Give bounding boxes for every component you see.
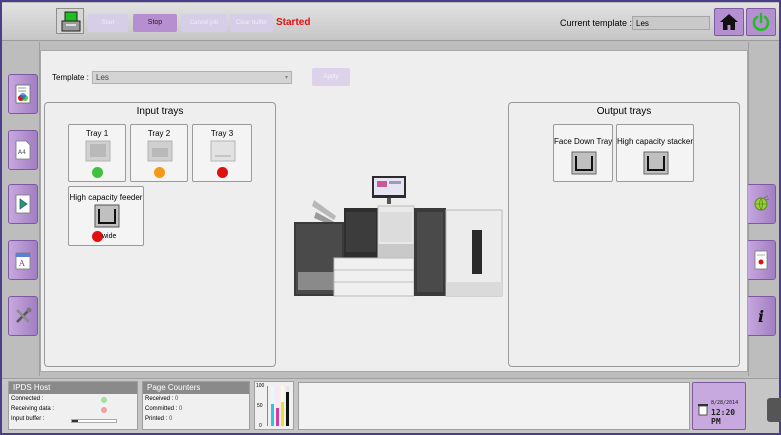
- printed-label: Printed :: [145, 416, 168, 422]
- ipds-host-panel: IPDS Host Connected : Receiving data : I…: [8, 381, 138, 430]
- document-log-icon: [754, 250, 768, 270]
- face-down-tray-label: Face Down Tray: [554, 137, 613, 146]
- sidebar-tab-paper[interactable]: A4: [8, 130, 38, 170]
- cancel-job-button[interactable]: Cancel job: [181, 14, 227, 32]
- feeder-tray-icon: [94, 204, 120, 228]
- apply-button[interactable]: Apply: [312, 68, 350, 86]
- message-area: [298, 382, 690, 430]
- power-button[interactable]: [746, 8, 776, 36]
- output-trays-title: Output trays: [596, 106, 652, 117]
- ipds-host-title: IPDS Host: [9, 382, 137, 394]
- gauge-tick-100: 100: [256, 383, 265, 389]
- tray-icon: [85, 140, 111, 162]
- chevron-down-icon: ▾: [284, 75, 288, 81]
- committed-row: Committed : 0: [143, 404, 249, 414]
- tray-3-status-dot: [217, 167, 228, 178]
- gauge-scale: [267, 386, 268, 426]
- toner-bar-yellow: [281, 386, 284, 426]
- receiving-row: Receiving data :: [9, 404, 137, 414]
- sidebar-tab-log[interactable]: [746, 240, 776, 280]
- network-globe-icon: [754, 195, 770, 211]
- receiving-label: Receiving data :: [11, 406, 55, 412]
- connected-row: Connected :: [9, 394, 137, 404]
- svg-text:A: A: [18, 259, 25, 268]
- input-buffer-bar: [71, 419, 117, 423]
- toner-gauge: 100 50 0: [254, 381, 294, 430]
- sidebar-tab-tools[interactable]: [8, 296, 38, 336]
- template-select-value: Les: [96, 73, 109, 82]
- output-tray-face-down[interactable]: Face Down Tray: [553, 124, 613, 182]
- current-template-value: Les: [632, 16, 710, 30]
- gauge-tick-0: 0: [259, 423, 262, 429]
- input-trays-title: Input trays: [136, 106, 184, 117]
- tools-icon: [16, 307, 32, 323]
- font-resources-icon: A: [15, 252, 31, 270]
- committed-value: 0: [179, 406, 183, 412]
- tray-2[interactable]: Tray 2: [130, 124, 188, 182]
- clock-date: 8/28/2014: [711, 400, 739, 406]
- printer-icon: [61, 11, 81, 32]
- template-label: Template :: [52, 73, 89, 82]
- printer-status-icon[interactable]: [56, 8, 84, 34]
- printed-row: Printed : 0: [143, 414, 249, 424]
- received-row: Received : 0: [143, 394, 249, 404]
- tray-3[interactable]: Tray 3: [192, 124, 252, 182]
- home-button[interactable]: [714, 8, 744, 36]
- tray-1[interactable]: Tray 1: [68, 124, 126, 182]
- info-button[interactable]: i: [746, 296, 776, 336]
- input-buffer-label: Input buffer :: [11, 416, 45, 422]
- output-tray-hc-stacker[interactable]: High capacity stacker: [616, 124, 694, 182]
- paper-a4-icon: A4: [15, 140, 31, 160]
- page-counters-title: Page Counters: [143, 382, 249, 394]
- toner-bar-magenta: [276, 386, 279, 426]
- tray-1-label: Tray 1: [85, 129, 109, 138]
- receiving-indicator: [101, 407, 107, 413]
- toner-bar-cyan: [271, 386, 274, 426]
- svg-text:A4: A4: [18, 149, 26, 156]
- tray-icon: [147, 140, 173, 162]
- tray-3-label: Tray 3: [210, 129, 234, 138]
- start-button[interactable]: Start: [88, 14, 128, 32]
- feeder-note: wide: [102, 233, 117, 240]
- home-icon: [720, 14, 738, 30]
- printer-illustration: [294, 176, 503, 297]
- feeder-label: High capacity feeder: [69, 193, 143, 202]
- tray-icon: [210, 140, 236, 162]
- clear-buffer-button[interactable]: Clear buffer: [230, 14, 273, 32]
- sidebar-tab-fonts[interactable]: A: [8, 240, 38, 280]
- sidebar-tab-print[interactable]: [8, 184, 38, 224]
- play-document-icon: [15, 194, 31, 214]
- connected-label: Connected :: [11, 396, 44, 402]
- tray-1-status-dot: [92, 167, 103, 178]
- sidebar-tab-color[interactable]: [8, 74, 38, 114]
- gauge-tick-50: 50: [257, 403, 263, 409]
- received-value: 0: [175, 396, 179, 402]
- template-select[interactable]: Les ▾: [92, 71, 292, 84]
- info-icon: i: [758, 307, 764, 326]
- stop-button[interactable]: Stop: [133, 14, 177, 32]
- svg-text:i: i: [758, 307, 764, 326]
- connected-indicator: [101, 397, 107, 403]
- tray-2-status-dot: [154, 167, 165, 178]
- tray-2-label: Tray 2: [147, 129, 171, 138]
- input-buffer-fill: [72, 420, 78, 422]
- trash-icon: [698, 404, 708, 416]
- page-counters-panel: Page Counters Received : 0 Committed : 0…: [142, 381, 250, 430]
- power-icon: [752, 12, 770, 31]
- high-capacity-feeder[interactable]: High capacity feeder wide: [68, 186, 144, 246]
- output-tray-icon: [571, 151, 597, 175]
- current-template-label: Current template :: [560, 18, 633, 28]
- clock-panel[interactable]: 8/28/2014 12:20 PM: [692, 382, 746, 430]
- committed-label: Committed :: [145, 406, 178, 412]
- output-tray-icon: [643, 151, 669, 175]
- hc-stacker-label: High capacity stacker: [617, 137, 694, 146]
- sidebar-tab-network[interactable]: [746, 184, 776, 224]
- color-document-icon: [15, 84, 31, 104]
- connector-tab: [767, 398, 781, 422]
- clock-time: 12:20 PM: [711, 408, 736, 426]
- received-label: Received :: [145, 396, 174, 402]
- printed-value: 0: [169, 416, 173, 422]
- job-status-text: Started: [276, 17, 311, 28]
- toner-bar-black: [286, 386, 289, 426]
